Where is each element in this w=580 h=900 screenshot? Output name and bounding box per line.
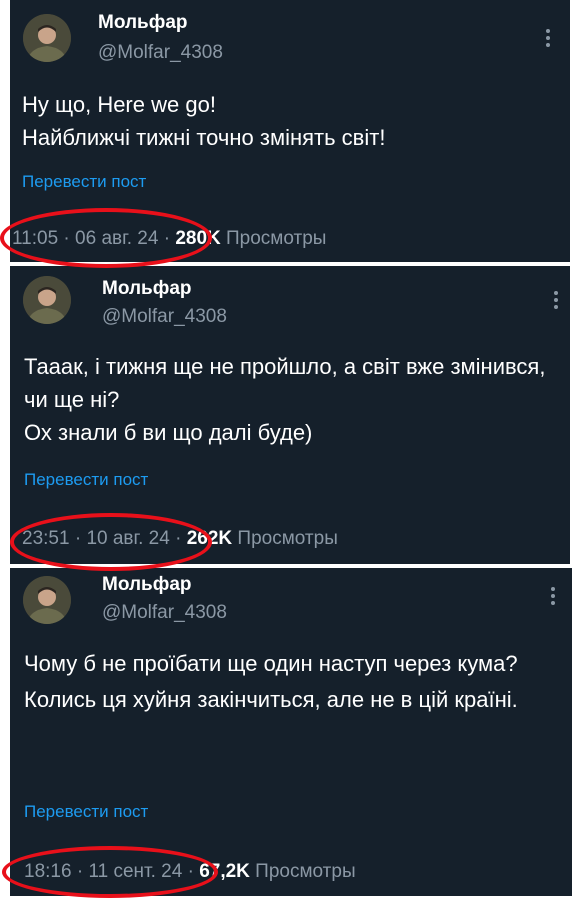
annotation-ellipse	[2, 846, 218, 898]
views-label[interactable]: Просмотры	[255, 861, 355, 882]
avatar[interactable]	[23, 276, 71, 324]
avatar-image	[23, 576, 71, 624]
author-name[interactable]: Мольфар	[102, 278, 192, 300]
avatar[interactable]	[23, 14, 71, 62]
post-text: Чому б не проїбати ще один наступ через …	[24, 651, 518, 712]
author-name[interactable]: Мольфар	[98, 12, 188, 34]
author-handle[interactable]: @Molfar_4308	[102, 602, 227, 624]
more-vertical-icon[interactable]	[543, 28, 553, 48]
more-vertical-icon[interactable]	[548, 586, 558, 606]
translate-link[interactable]: Перевести пост	[24, 802, 148, 822]
avatar-image	[23, 276, 71, 324]
translate-link[interactable]: Перевести пост	[24, 470, 148, 490]
author-handle[interactable]: @Molfar_4308	[102, 306, 227, 328]
avatar[interactable]	[23, 576, 71, 624]
translate-link[interactable]: Перевести пост	[22, 172, 146, 192]
views-label[interactable]: Просмотры	[237, 528, 337, 549]
more-vertical-icon[interactable]	[551, 290, 561, 310]
author-name[interactable]: Мольфар	[102, 574, 192, 596]
author-handle[interactable]: @Molfar_4308	[98, 42, 223, 64]
post-text: Ну що, Here we go! Найближчі тижні точно…	[22, 92, 386, 150]
post-text: Тааак, і тижня ще не пройшло, а світ вже…	[24, 354, 546, 445]
views-label[interactable]: Просмотры	[226, 228, 326, 249]
avatar-image	[23, 14, 71, 62]
annotation-ellipse	[0, 208, 212, 268]
annotation-ellipse	[10, 513, 212, 571]
